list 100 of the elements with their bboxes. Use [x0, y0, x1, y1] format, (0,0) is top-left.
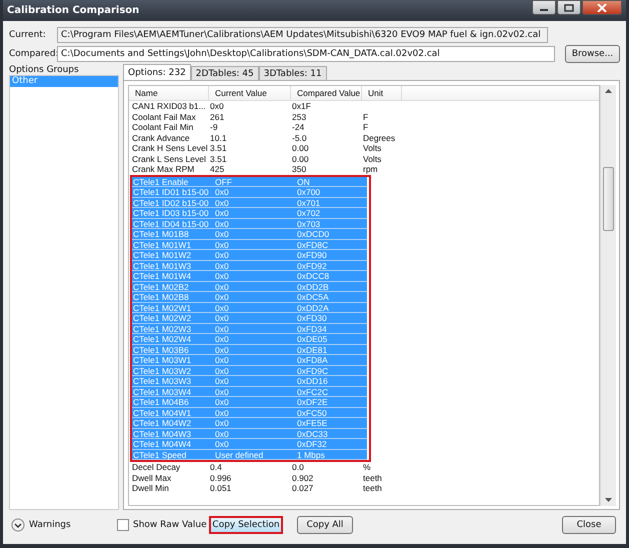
table-row[interactable]: CTele1 M04W1 0x0 0xFC50	[132, 408, 367, 418]
table-row[interactable]: CTele1 M04B6 0x0 0xDF2E	[132, 397, 367, 408]
table-cell-text: CTele1 M02B2	[132, 282, 190, 291]
table-row[interactable]: CTele1 ID01 b15-00 0x0 0x700	[132, 187, 367, 198]
table-cell-text: 0x0	[214, 376, 230, 386]
table-cell-text: 0xFD90	[296, 250, 328, 260]
show-raw-checkbox[interactable]: Show Raw Value	[117, 519, 209, 531]
tab[interactable]: 2DTables: 45	[190, 66, 259, 80]
table-cell-text: 0x0	[214, 418, 230, 428]
table-cell-text: 0xDE05	[296, 334, 328, 344]
table-cell-text: 350	[291, 164, 308, 174]
table-row[interactable]: CTele1 M02W4 0x0 0xDE05	[132, 334, 367, 344]
table-row[interactable]: CTele1 M03B6 0x0 0xDE81	[132, 344, 367, 355]
column-header[interactable]: Unit	[362, 86, 402, 100]
table-row[interactable]: CTele1 M01W2 0x0 0xFD90	[132, 250, 367, 260]
table-row[interactable]: Dwell Min 0.051 0.027 teeth	[129, 483, 599, 494]
table-cell-text: F	[362, 122, 370, 132]
compared-file-field[interactable]: C:\Documents and Settings\John\Desktop\Calibrations\SDM-CAN_DATA.cal.02v02.cal	[57, 46, 555, 62]
table-row[interactable]: Coolant Fail Min -9 -24 F	[129, 122, 599, 132]
table-cell-text: 0.051	[209, 483, 232, 494]
table-row[interactable]: CTele1 ID03 b15-00 0x0 0x702	[132, 208, 367, 218]
table-cell-text: 425	[209, 164, 226, 174]
table-cell-text: 0x0	[214, 250, 230, 260]
table-cell-text: -9	[209, 122, 219, 132]
footer-button[interactable]: Copy All	[297, 516, 353, 534]
table-row[interactable]: CTele1 M01W1 0x0 0xFD8C	[132, 240, 367, 250]
table-cell-text: 0xDC33	[296, 428, 329, 438]
table-cell-text: Degrees	[362, 132, 396, 143]
table-cell-text: OFF	[214, 176, 233, 186]
table-row[interactable]: CTele1 Speed User defined 1 Mbps	[132, 450, 367, 460]
table-cell-text: 0xFD30	[296, 313, 328, 322]
table-row[interactable]: CTele1 M03W2 0x0 0xFD9C	[132, 366, 367, 376]
table-cell-text: 0xDCC8	[296, 271, 330, 280]
table-cell-text: 0x1F	[291, 101, 312, 112]
table-cell-text: Crank H Sens Level	[131, 143, 208, 154]
scroll-thumb[interactable]	[603, 167, 614, 231]
table-cell-text: 0xFC50	[296, 408, 328, 417]
table-row[interactable]: CTele1 M02B8 0x0 0xDC5A	[132, 292, 367, 302]
table-cell-text: 0x700	[296, 187, 322, 196]
table-row[interactable]: Dwell Max 0.996 0.902 teeth	[129, 472, 599, 483]
table-row[interactable]: CTele1 M02W1 0x0 0xDD2A	[132, 302, 367, 313]
table-cell-text: 0.00	[291, 143, 310, 154]
table-row[interactable]: CTele1 M03W3 0x0 0xDD16	[132, 376, 367, 386]
tab[interactable]: Options: 232	[123, 64, 191, 80]
table-cell-text: 10.1	[209, 132, 228, 143]
table-cell-text: 0x0	[209, 101, 225, 112]
table-row[interactable]: CTele1 ID04 b15-00 0x0 0x703	[132, 218, 367, 229]
table-cell-text: CTele1 ID04 b15-00	[132, 218, 210, 228]
current-file-field[interactable]: C:\Program Files\AEM\AEMTuner\Calibrations\AEM Updates\Mitsubishi\6320 EVO9 MAP fuel & ign.02v02.cal	[57, 26, 548, 42]
table-cell-text: 0x0	[214, 187, 230, 196]
table-row[interactable]: CTele1 M04W3 0x0 0xDC33	[132, 428, 367, 439]
table-cell-text: CTele1 M04B6	[132, 397, 190, 406]
group-item[interactable]: Other	[10, 76, 118, 87]
table-cell-text: 0x0	[214, 439, 230, 448]
table-row[interactable]: Crank Max RPM 425 350 rpm	[129, 164, 599, 174]
warnings-toggle[interactable]: Warnings	[9, 518, 117, 532]
table-row[interactable]: CTele1 M01W3 0x0 0xFD92	[132, 260, 367, 271]
table-row[interactable]: CTele1 M03W4 0x0 0xFC2C	[132, 386, 367, 397]
table-row[interactable]: CTele1 M01W4 0x0 0xDCC8	[132, 271, 367, 282]
column-header[interactable]: Compared Value	[291, 86, 362, 100]
table-row[interactable]: Coolant Fail Max 261 253 F	[129, 112, 599, 122]
table-cell-text: Crank Max RPM	[131, 164, 196, 174]
close-button[interactable]	[582, 0, 622, 15]
table-cell-text: 0x0	[214, 366, 230, 375]
table-row[interactable]: CAN1 RXID03 b1... 0x0 0x1F	[129, 101, 599, 112]
column-header[interactable]: Name	[129, 86, 209, 100]
table-cell-text: CTele1 ID03 b15-00	[132, 208, 210, 218]
minimize-button[interactable]	[532, 0, 556, 15]
table-cell-text: CTele1 M03B6	[132, 344, 190, 354]
table-cell-text: CTele1 Enable	[132, 176, 190, 186]
table-row[interactable]: Crank H Sens Level 3.51 0.00 Volts	[129, 143, 599, 154]
column-header[interactable]: Current Value	[209, 86, 291, 100]
table-cell-text: 3.51	[209, 154, 228, 164]
table-cell-text: 0.00	[291, 154, 310, 164]
table-row[interactable]: CTele1 M01B8 0x0 0xDCD0	[132, 229, 367, 240]
tab[interactable]: 3DTables: 11	[258, 66, 327, 80]
maximize-button[interactable]	[557, 0, 581, 15]
table-row[interactable]: CTele1 M02W2 0x0 0xFD30	[132, 313, 367, 324]
table-row[interactable]: CTele1 M02B2 0x0 0xDD2B	[132, 282, 367, 292]
browse-button[interactable]: Browse...	[565, 44, 620, 62]
table-row[interactable]: CTele1 M04W4 0x0 0xDF32	[132, 439, 367, 450]
scrollbar[interactable]	[600, 85, 616, 506]
table-row[interactable]: CTele1 ID02 b15-00 0x0 0x701	[132, 198, 367, 208]
table-cell-text: 0x0	[214, 260, 230, 270]
footer-button[interactable]: Close	[562, 516, 616, 534]
table-row[interactable]: CTele1 Enable OFF ON	[132, 176, 367, 187]
table-cell-text: CTele1 M03W4	[132, 386, 192, 396]
table-cell-text: 0x701	[296, 198, 322, 207]
table-cell-text: 0x703	[296, 218, 322, 228]
table-cell-text: 0x0	[214, 218, 230, 228]
table-row[interactable]: Decel Decay 0.4 0.0 %	[129, 462, 599, 472]
table-row[interactable]: CTele1 M03W1 0x0 0xFD8A	[132, 355, 367, 366]
table-row[interactable]: Crank Advance 10.1 -5.0 Degrees	[129, 132, 599, 143]
table-row[interactable]: Crank L Sens Level 3.51 0.00 Volts	[129, 154, 599, 164]
table-cell-text: 261	[209, 112, 226, 122]
table-row[interactable]: CTele1 M02W3 0x0 0xFD34	[132, 324, 367, 334]
table-row[interactable]: CTele1 M04W2 0x0 0xFE5E	[132, 418, 367, 428]
table-cell-text: CTele1 ID01 b15-00	[132, 187, 210, 196]
close-icon	[597, 4, 607, 12]
footer-button[interactable]: Copy Selection	[209, 516, 283, 534]
